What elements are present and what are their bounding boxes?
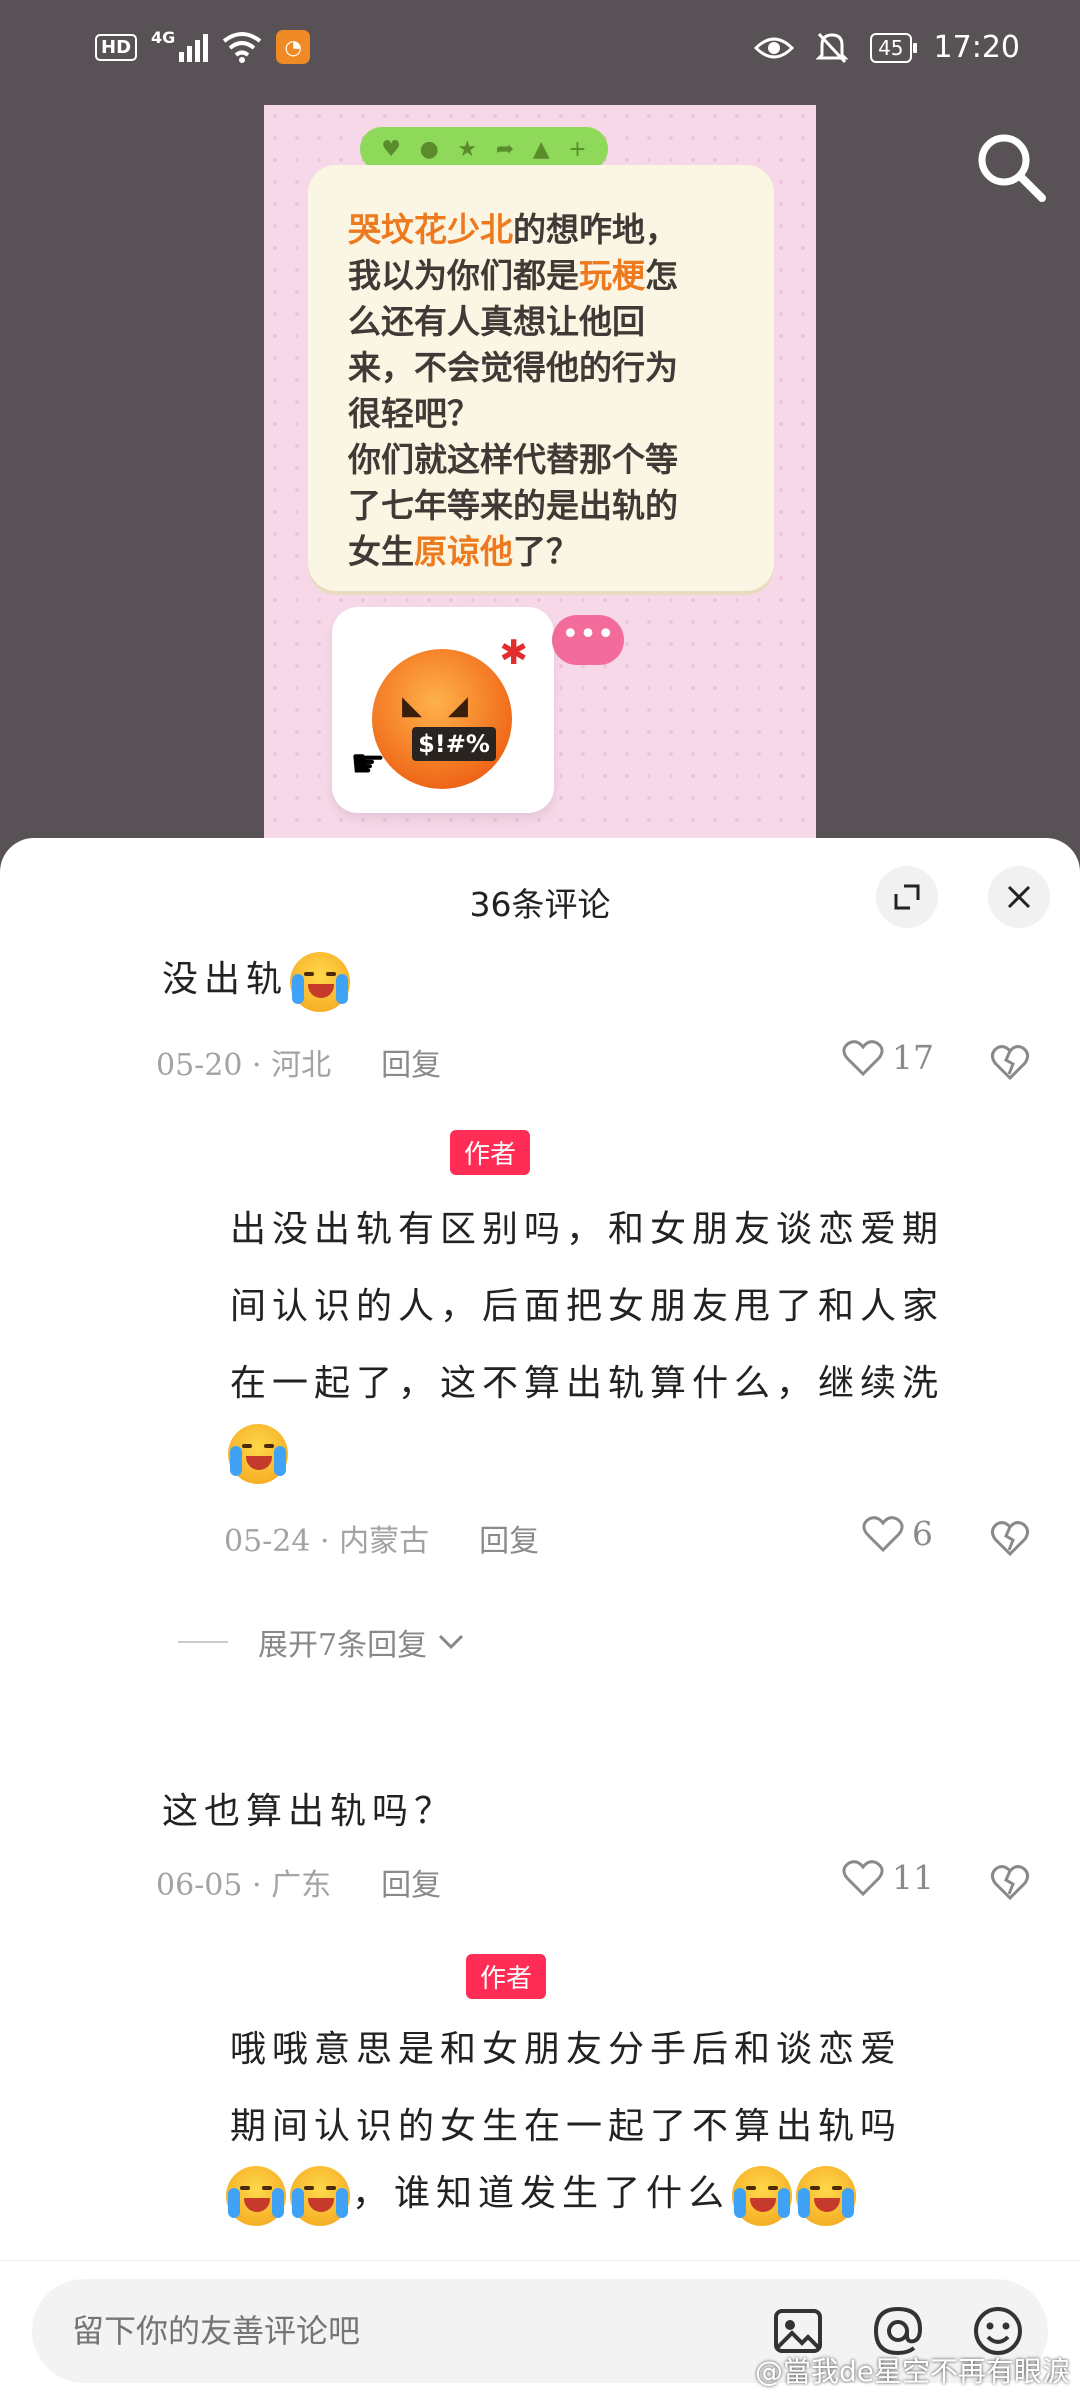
comment-text: 出没出轨有区别吗，和女朋友谈恋爱期	[230, 1209, 945, 1250]
angry-eyes: ◣◢	[402, 691, 494, 721]
like-count: 6	[912, 1514, 933, 1553]
quote-line: 你们就这样代替那个等	[348, 440, 678, 479]
censor-bar: $!#%	[412, 727, 496, 761]
mute-bell-icon	[816, 32, 849, 63]
comment-text: 在一起了，这不算出轨算什么，继续洗	[230, 1363, 945, 1404]
close-sheet-button[interactable]	[988, 866, 1050, 928]
broken-heart-icon[interactable]	[990, 1042, 1030, 1082]
comment-text: 没出轨	[162, 959, 289, 1000]
quote-text: 了？	[513, 532, 579, 571]
pointing-hand-icon: ☛	[350, 741, 386, 787]
post-image[interactable]: ♥ ● ★ ➦ ▲ + 哭坟花少北的想咋地， 我以为你们都是玩梗怎 么还有人真想…	[264, 105, 816, 845]
status-bar: HD 4G ◔ 45 17:20	[0, 0, 1080, 105]
search-icon[interactable]	[970, 126, 1050, 206]
crying-laughing-emoji-icon	[226, 2166, 286, 2226]
crying-laughing-emoji-icon	[228, 1424, 288, 1484]
quote-text: 的想咋地，	[513, 210, 678, 249]
network-type: 4G	[151, 27, 176, 47]
angry-face-icon: ✱ ◣◢ $!#% ☛	[350, 633, 528, 789]
quote-text: 怎	[645, 256, 678, 295]
hd-indicator: HD	[95, 33, 138, 61]
expand-sheet-button[interactable]	[876, 866, 938, 928]
comment-date-region: 06-05 · 广东	[156, 1868, 332, 1903]
expand-icon	[894, 884, 920, 910]
signal-icon	[179, 32, 209, 62]
crying-laughing-emoji-icon	[290, 952, 351, 1012]
reply-button[interactable]: 回复	[479, 1524, 539, 1559]
share-icon: ➦	[495, 136, 515, 162]
comment-text-row: ，谁知道发生了什么	[224, 2164, 858, 2226]
chevron-down-icon	[439, 1634, 464, 1650]
expand-replies-button[interactable]: 展开7条回复	[178, 1620, 465, 1664]
heart-icon: ♥	[381, 136, 402, 162]
comment-text: 这也算出轨吗？	[162, 1791, 457, 1832]
anger-symbol-icon: ✱	[499, 633, 529, 673]
comment-text: 间认识的人，后面把女朋友甩了和人家	[230, 1286, 945, 1327]
comment-text: ，谁知道发生了什么	[352, 2173, 731, 2214]
broken-heart-icon[interactable]	[990, 1518, 1030, 1558]
divider-line	[178, 1641, 228, 1643]
quote-highlight: 玩梗	[579, 256, 645, 295]
eye-icon	[754, 37, 795, 58]
quote-line: 哭坟花少北的想咋地，	[348, 207, 752, 253]
reply-button[interactable]: 回复	[381, 1868, 441, 1903]
heart-outline-icon	[862, 1515, 904, 1552]
thumb-icon: ▲	[532, 136, 550, 162]
like-count: 17	[892, 1038, 934, 1077]
star-icon: ★	[457, 136, 478, 162]
comment-text-row: 没出轨	[162, 950, 352, 1012]
weibo-watermark: @當我de星空不再有眼淚	[754, 2355, 1070, 2388]
expand-replies-label: 展开7条回复	[258, 1628, 428, 1663]
quote-line: 女生原谅他了？	[348, 529, 752, 575]
close-icon	[1007, 885, 1031, 909]
battery-icon: 45	[870, 32, 918, 63]
comment-input[interactable]	[70, 2311, 754, 2351]
quote-text: 我以为你们都是	[348, 256, 579, 295]
comment-emoji-row	[226, 1424, 290, 1484]
author-tag: 作者	[450, 1130, 531, 1175]
author-tag: 作者	[466, 1954, 547, 1999]
like-count: 11	[892, 1858, 934, 1897]
wifi-icon	[223, 32, 262, 63]
chat-dots-icon: •••	[552, 615, 624, 665]
quote-line: 来，不会觉得他的行为	[348, 348, 678, 387]
quote-line: 很轻吧？	[348, 394, 480, 433]
comment-meta: 05-20 · 河北 回复	[156, 1040, 441, 1084]
quote-highlight: 原谅他	[414, 532, 513, 571]
heart-outline-icon	[842, 1859, 884, 1896]
quote-text: 女生	[348, 532, 414, 571]
comment-icon: ●	[419, 136, 439, 162]
plus-icon: +	[568, 136, 587, 162]
app-notification-icon: ◔	[276, 30, 311, 64]
crying-laughing-emoji-icon	[290, 2166, 350, 2226]
status-time: 17:20	[933, 30, 1020, 65]
like-button[interactable]: 11	[842, 1858, 934, 1897]
comment-date-region: 05-24 · 内蒙古	[224, 1524, 430, 1559]
quote-line: 么还有人真想让他回	[348, 302, 645, 341]
quote-line: 我以为你们都是玩梗怎	[348, 253, 752, 299]
angry-emoji-card: ✱ ◣◢ $!#% ☛	[332, 607, 554, 813]
comment-text: 期间认识的女生在一起了不算出轨吗	[230, 2106, 903, 2147]
quote-bubble: 哭坟花少北的想咋地， 我以为你们都是玩梗怎 么还有人真想让他回 来，不会觉得他的…	[308, 165, 774, 591]
comment-meta: 06-05 · 广东 回复	[156, 1860, 441, 1904]
crying-laughing-emoji-icon	[796, 2166, 857, 2226]
broken-heart-icon[interactable]	[990, 1862, 1030, 1902]
crying-laughing-emoji-icon	[732, 2166, 793, 2226]
comment-date-region: 05-20 · 河北	[156, 1048, 332, 1083]
quote-highlight: 哭坟花少北	[348, 210, 513, 249]
like-button[interactable]: 17	[842, 1038, 934, 1077]
heart-outline-icon	[842, 1039, 884, 1076]
quote-line: 了七年等来的是出轨的	[348, 486, 678, 525]
comment-text: 哦哦意思是和女朋友分手后和谈恋爱	[230, 2029, 903, 2070]
reply-button[interactable]: 回复	[381, 1048, 441, 1083]
like-button[interactable]: 6	[862, 1514, 933, 1553]
comment-meta: 05-24 · 内蒙古 回复	[224, 1516, 539, 1560]
